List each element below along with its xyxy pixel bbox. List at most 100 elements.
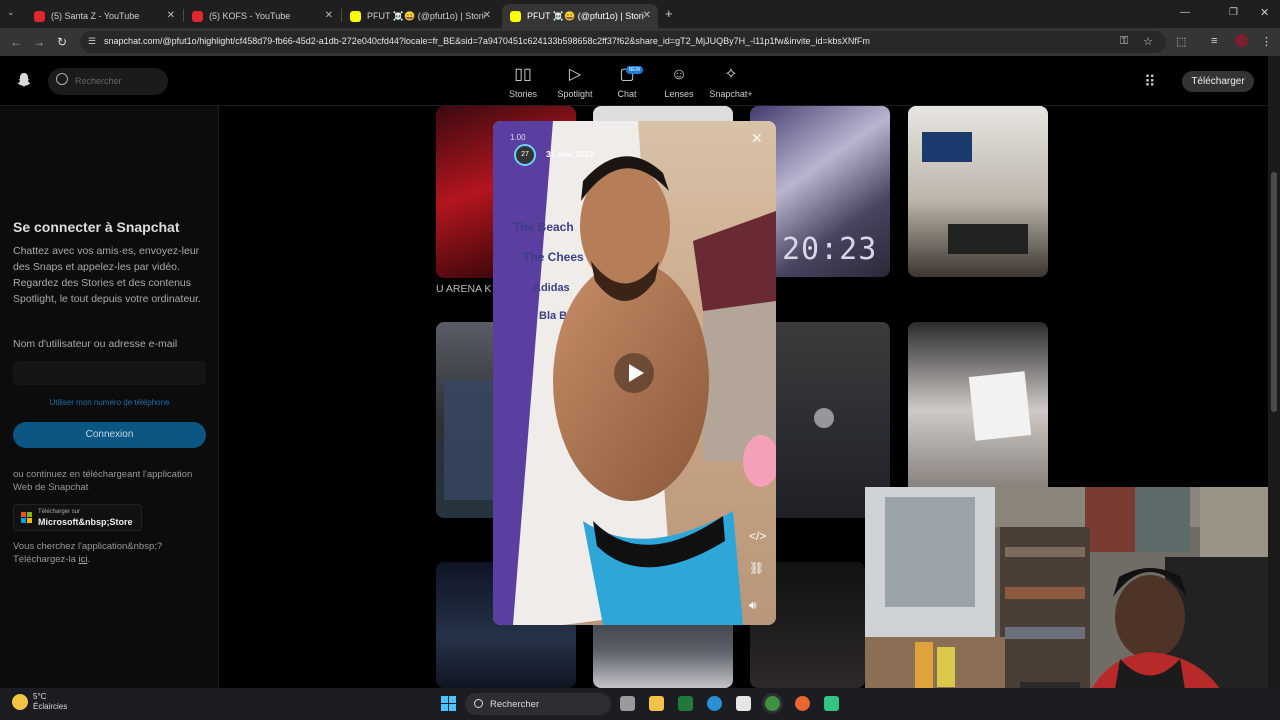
weather-icon[interactable] [12,694,28,710]
windows-start-icon[interactable] [441,696,456,711]
menu-icon[interactable]: ⋮ [1261,35,1272,48]
download-button[interactable]: Télécharger [1182,71,1254,92]
chrome-icon[interactable] [765,696,780,711]
stories-icon: ▯▯ [514,66,532,83]
document-shape [968,371,1032,441]
svg-text:The Chees: The Chees [523,250,584,264]
login-description: Chattez avec vos amis·es, envoyez-leur d… [13,245,201,305]
footer-text: Vous cherchez l'application&nbsp;? Téléc… [13,541,163,565]
use-phone-link[interactable]: Utiliser mon numéro de téléphone [13,398,206,407]
search-icon [56,73,68,85]
new-tab-button[interactable]: + [665,6,673,21]
weather-widget[interactable]: 5°C Éclaircies [33,692,67,712]
webcam-feed [865,487,1280,720]
windows-taskbar [0,688,1280,720]
snapchat-ghost-icon[interactable] [17,72,31,88]
youtube-icon [192,10,203,22]
firefox-icon[interactable] [795,696,810,711]
year-graphic: 20:23 [782,232,878,267]
spotlight-icon: ▷ [568,66,582,83]
login-panel [0,106,219,688]
volume-icon[interactable]: 🔊︎ [749,598,757,613]
store-name: Microsoft&nbsp;Store [38,517,133,527]
weather-temp: 5°C [33,692,47,701]
login-button[interactable]: Connexion [13,422,206,448]
reading-list-icon[interactable]: ≡ [1211,35,1217,47]
store-small-text: Télécharger sur [38,509,81,515]
login-title: Se connecter à Snapchat [13,219,180,235]
nav-lenses[interactable]: ☺ Lenses [649,66,709,99]
back-icon[interactable]: ← [10,35,22,49]
scrollbar-thumb[interactable] [1271,172,1277,412]
xbox-app-icon[interactable] [678,696,693,711]
search-placeholder: Rechercher [75,76,122,86]
embed-code-icon[interactable]: </> [749,529,766,543]
youtube-icon [34,10,45,22]
taskbar-search-label: Rechercher [490,699,540,710]
task-view-icon[interactable] [620,696,635,711]
extensions-icon[interactable]: ⬚ [1176,35,1186,48]
story-counter: 1.00 [510,133,526,142]
nav-stories[interactable]: ▯▯ Stories [493,66,553,99]
microsoft-logo-icon [21,512,33,524]
username-label: Nom d'utilisateur ou adresse e-mail [13,338,178,350]
taskbar-search[interactable]: Rechercher [465,693,611,715]
svg-text:Adidas: Adidas [533,282,570,294]
nav-label: Snapchat+ [709,89,753,99]
nav-label: Chat [617,89,637,99]
bookmark-star-icon[interactable]: ☆ [1143,35,1153,48]
edge-icon[interactable] [707,696,722,711]
table-shape [948,224,1028,254]
close-window-button[interactable]: ✕ [1260,6,1269,19]
search-icon [474,699,483,708]
tab-2[interactable]: (5) KOFS - YouTube ✕ [184,4,340,28]
scoreboard-graphic [444,380,496,500]
nav-label: Stories [508,89,537,99]
tab-label: (5) Santa Z - YouTube [51,11,140,21]
nav-spotlight[interactable]: ▷ Spotlight [545,66,605,99]
password-key-icon[interactable]: ⚿ [1120,35,1128,48]
apps-grid-icon[interactable]: ⠿ [1144,72,1156,92]
close-icon[interactable]: ✕ [751,130,763,147]
tab-4-active[interactable]: PFUT ☠️😀 (@pfut1o) | Stori ✕ [502,4,658,28]
snapchat-icon [350,10,361,22]
tab-label: (5) KOFS - YouTube [209,11,291,21]
play-button[interactable] [614,353,654,393]
close-icon[interactable]: ✕ [325,10,333,21]
forward-icon[interactable]: → [33,35,45,49]
close-icon[interactable]: ✕ [483,10,491,21]
link-icon[interactable]: ⛓ [749,561,764,575]
story-date: 31 mai 2022 [546,149,594,159]
tab-label: PFUT ☠️😀 (@pfut1o) | Stori [527,10,644,21]
tab-1[interactable]: (5) Santa Z - YouTube ✕ [26,4,182,28]
lenses-icon: ☺ [670,66,688,83]
maximize-button[interactable]: ❐ [1229,7,1238,18]
microsoft-store-button[interactable]: Télécharger sur Microsoft&nbsp;Store [13,504,142,531]
store-icon[interactable] [736,696,751,711]
app-icon[interactable] [824,696,839,711]
close-icon[interactable]: ✕ [643,10,651,21]
close-icon[interactable]: ✕ [167,10,175,21]
chat-new-badge: NEW [626,66,643,74]
nav-snapchat-plus[interactable]: ✧ Snapchat+ [701,66,761,99]
tab-3[interactable]: PFUT ☠️😀 (@pfut1o) | Stories, ✕ [342,4,498,28]
highlight-tile[interactable] [908,106,1048,277]
username-input[interactable] [13,361,206,385]
site-info-icon[interactable]: ☰ [88,36,96,47]
tab-label: PFUT ☠️😀 (@pfut1o) | Stories, [367,10,485,21]
tile-caption: U ARENA K [436,283,492,295]
file-explorer-icon[interactable] [649,696,664,711]
minimize-button[interactable]: — [1180,7,1190,18]
url-text[interactable]: snapchat.com/@pfut1o/highlight/cf458d79-… [104,36,870,46]
sign-text: The Beach [513,220,574,234]
reload-icon[interactable]: ↻ [57,35,67,49]
search-input[interactable]: Rechercher [48,68,168,95]
story-avatar[interactable]: 27 [514,144,536,166]
weather-desc: Éclaircies [33,702,68,711]
alt-download-text: ou continuez en téléchargeant l'applicat… [13,469,193,493]
tab-search-icon[interactable]: ⌄ [7,7,15,18]
nav-label: Spotlight [557,89,593,99]
profile-avatar[interactable] [1235,34,1248,47]
snapchat-plus-icon: ✧ [724,66,738,83]
snapchat-icon [510,10,521,22]
